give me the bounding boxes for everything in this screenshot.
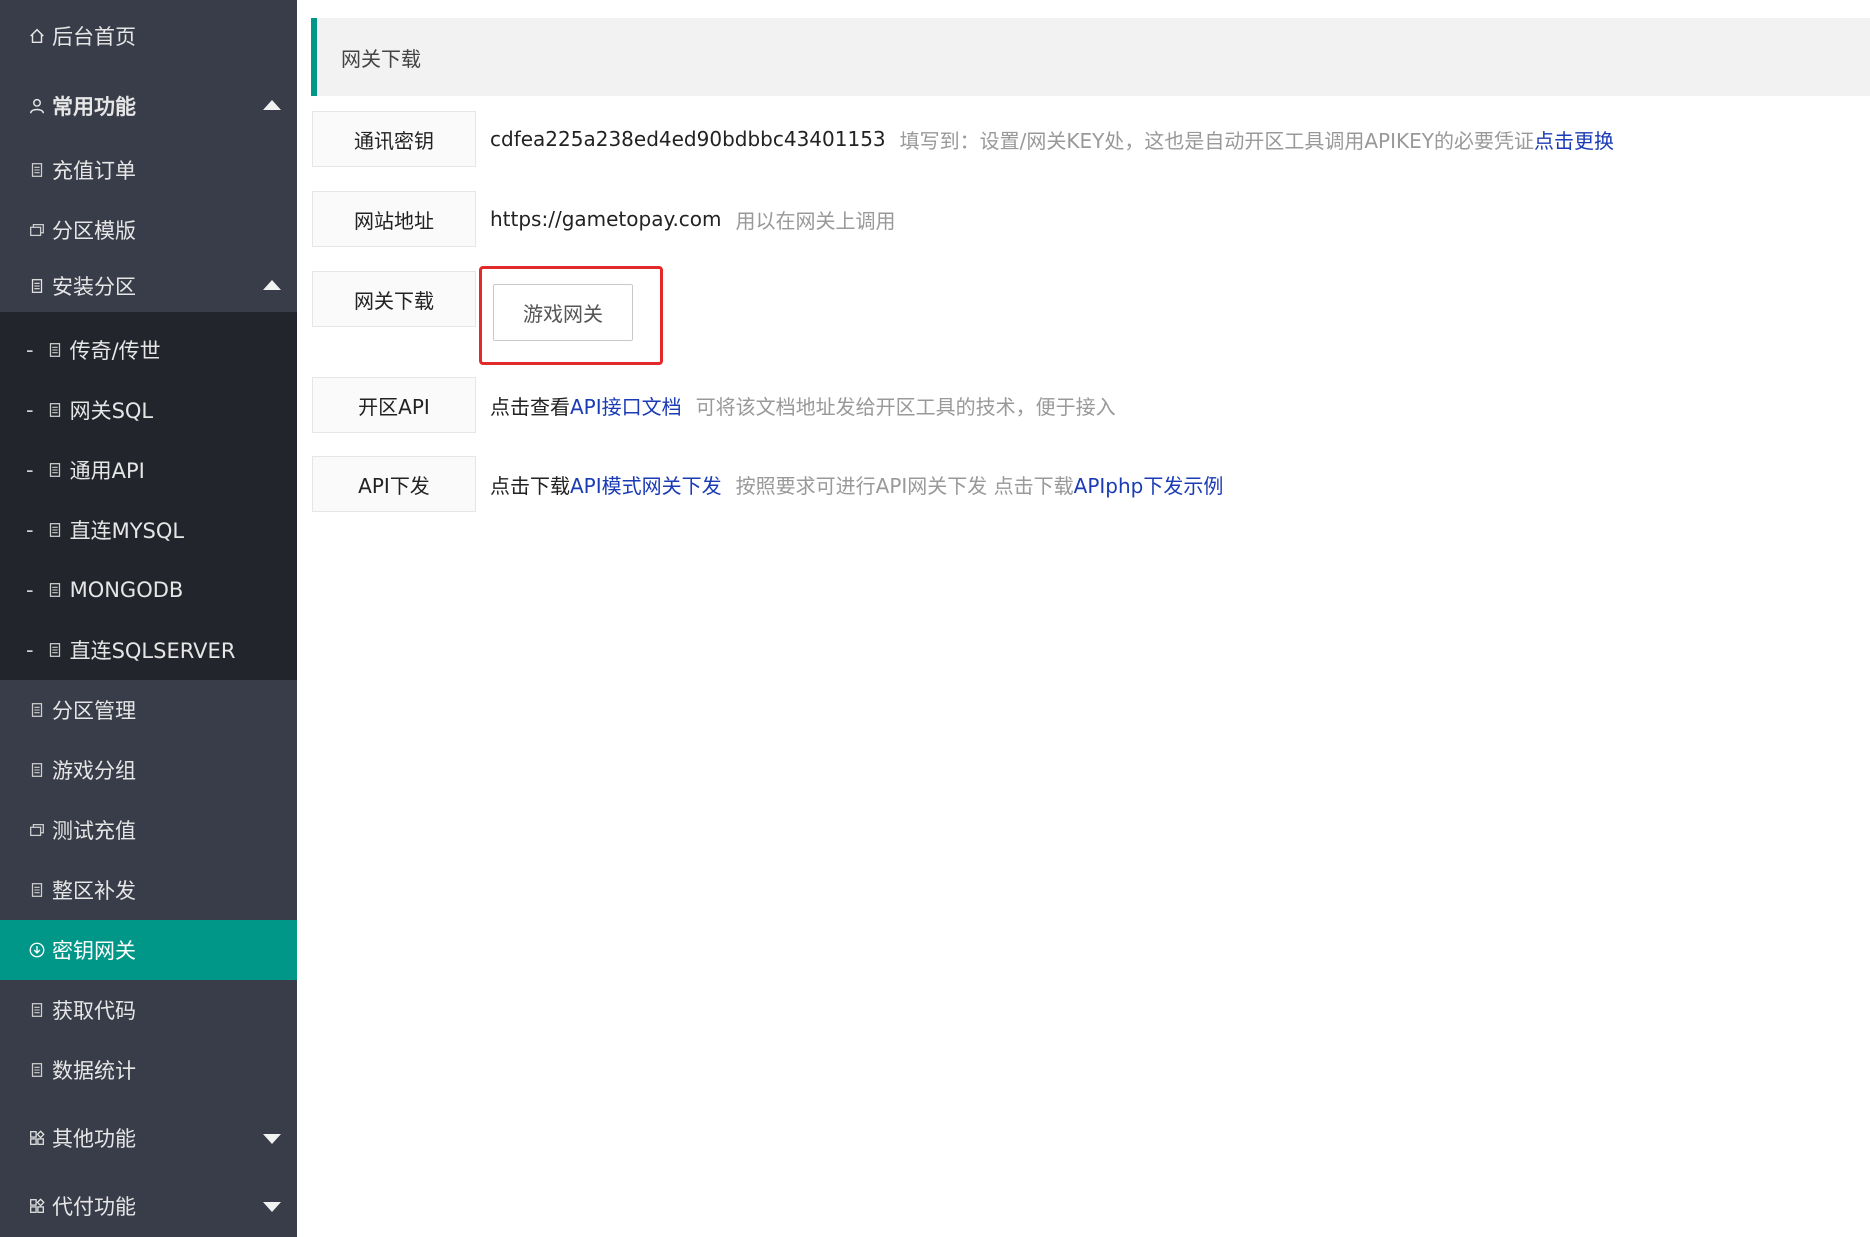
sidebar-group-common[interactable]: 常用功能 (0, 72, 297, 140)
row-api-dispatch: API下发 点击下载 API模式网关下发 按照要求可进行API网关下发 点击下载A… (312, 456, 1223, 512)
sidebar-item-label: 直连MYSQL (69, 519, 185, 543)
sidebar-item-label: 通用API (69, 459, 145, 483)
sidebar-item-gateway-sql[interactable]: - 网关SQL (0, 380, 297, 440)
sidebar-item-label: 直连SQLSERVER (69, 639, 236, 663)
api-prefix: 点击查看 (490, 394, 570, 419)
dispatch-prefix: 点击下载 (490, 473, 570, 498)
sidebar-item-label: 测试充值 (52, 819, 136, 843)
sidebar-item-home[interactable]: 后台首页 (0, 0, 297, 72)
page-title: 网关下载 (311, 18, 1870, 96)
sidebar-group-label: 代付功能 (52, 1195, 136, 1219)
sidebar-item-zone-management[interactable]: 分区管理 (0, 680, 297, 740)
dispatch-note: 按照要求可进行API网关下发 点击下载APIphp下发示例 (735, 473, 1224, 498)
api-gateway-download-link[interactable]: API模式网关下发 (570, 470, 722, 499)
api-php-example-link[interactable]: APIphp下发示例 (1074, 474, 1224, 498)
row-comm-key: 通讯密钥 cdfea225a238ed4ed90bdbbc43401153 填写… (312, 111, 1614, 167)
sidebar-item-mysql[interactable]: - 直连MYSQL (0, 500, 297, 560)
sidebar-item-label: 密钥网关 (52, 939, 136, 963)
row-label: 网站地址 (312, 191, 476, 247)
sidebar-item-zone-template[interactable]: 分区模版 (0, 200, 297, 260)
document-icon (26, 879, 48, 901)
sidebar-group-install[interactable]: 安装分区 (0, 260, 297, 312)
sidebar-item-label: 数据统计 (52, 1059, 136, 1083)
change-key-link[interactable]: 点击更换 (1534, 129, 1614, 153)
document-icon (44, 579, 66, 601)
sidebar-item-sqlserver[interactable]: - 直连SQLSERVER (0, 620, 297, 680)
api-doc-link[interactable]: API接口文档 (570, 391, 682, 420)
sidebar-item-legend[interactable]: - 传奇/传世 (0, 320, 297, 380)
template-icon (26, 819, 48, 841)
row-gateway-download: 网关下载 (312, 271, 476, 327)
comm-key-value: cdfea225a238ed4ed90bdbbc43401153 (490, 127, 886, 151)
document-icon (44, 399, 66, 421)
site-url-note: 用以在网关上调用 (735, 208, 896, 233)
sidebar-group-proxy-pay[interactable]: 代付功能 (0, 1172, 297, 1237)
row-site-url: 网站地址 https://gametopay.com 用以在网关上调用 (312, 191, 896, 247)
row-content: cdfea225a238ed4ed90bdbbc43401153 填写到：设置/… (476, 111, 1614, 167)
sidebar-item-label: 后台首页 (52, 25, 136, 49)
template-icon (26, 219, 48, 241)
home-icon (26, 25, 48, 47)
sidebar-item-recharge-orders[interactable]: 充值订单 (0, 140, 297, 200)
sidebar-item-game-group[interactable]: 游戏分组 (0, 740, 297, 800)
document-icon (26, 1059, 48, 1081)
document-icon (44, 459, 66, 481)
row-label: API下发 (312, 456, 476, 512)
sidebar-group-label: 安装分区 (52, 275, 136, 299)
main-content: 网关下载 通讯密钥 cdfea225a238ed4ed90bdbbc434011… (297, 0, 1870, 1237)
document-icon (26, 275, 48, 297)
page-title-text: 网关下载 (341, 46, 421, 71)
apps-icon (26, 1127, 48, 1149)
document-icon (26, 759, 48, 781)
api-note: 可将该文档地址发给开区工具的技术，便于接入 (695, 394, 1116, 419)
row-content: 点击下载 API模式网关下发 按照要求可进行API网关下发 点击下载APIphp下… (476, 456, 1223, 512)
site-url-value: https://gametopay.com (490, 207, 722, 231)
download-circle-icon (26, 939, 48, 961)
game-gateway-button[interactable]: 游戏网关 (493, 284, 633, 341)
sidebar-item-label: 整区补发 (52, 879, 136, 903)
chevron-down-icon (263, 1134, 281, 1144)
user-icon (26, 95, 48, 117)
document-icon (26, 699, 48, 721)
row-open-api: 开区API 点击查看 API接口文档 可将该文档地址发给开区工具的技术，便于接入 (312, 377, 1116, 433)
sidebar-group-label: 其他功能 (52, 1127, 136, 1151)
sidebar-install-submenu: - 传奇/传世 - 网关SQL - 通用API - 直连MYSQL - MONG… (0, 312, 297, 680)
sidebar-item-get-code[interactable]: 获取代码 (0, 980, 297, 1040)
row-label: 开区API (312, 377, 476, 433)
sidebar-group-label: 常用功能 (52, 95, 136, 119)
sidebar-item-key-gateway[interactable]: 密钥网关 (0, 920, 297, 980)
sidebar-item-statistics[interactable]: 数据统计 (0, 1040, 297, 1100)
sidebar-item-label: MONGODB (69, 578, 184, 602)
chevron-up-icon (263, 100, 281, 110)
row-content: 点击查看 API接口文档 可将该文档地址发给开区工具的技术，便于接入 (476, 377, 1116, 433)
row-label: 网关下载 (312, 271, 476, 327)
sidebar-item-label: 分区管理 (52, 699, 136, 723)
document-icon (44, 639, 66, 661)
document-icon (26, 159, 48, 181)
row-content: https://gametopay.com 用以在网关上调用 (476, 191, 896, 247)
sidebar-item-mongodb[interactable]: - MONGODB (0, 560, 297, 620)
sidebar-item-label: 游戏分组 (52, 759, 136, 783)
chevron-up-icon (263, 280, 281, 290)
apps-icon (26, 1195, 48, 1217)
comm-key-note: 填写到：设置/网关KEY处，这也是自动开区工具调用APIKEY的必要凭证点击更换 (899, 128, 1614, 153)
sidebar-item-general-api[interactable]: - 通用API (0, 440, 297, 500)
sidebar-item-test-recharge[interactable]: 测试充值 (0, 800, 297, 860)
sidebar-item-label: 充值订单 (52, 159, 136, 183)
sidebar-item-label: 网关SQL (69, 399, 154, 423)
document-icon (44, 339, 66, 361)
row-label: 通讯密钥 (312, 111, 476, 167)
document-icon (44, 519, 66, 541)
sidebar-item-label: 获取代码 (52, 999, 136, 1023)
document-icon (26, 999, 48, 1021)
sidebar-item-zone-reissue[interactable]: 整区补发 (0, 860, 297, 920)
sidebar-item-label: 传奇/传世 (69, 339, 161, 363)
sidebar-item-label: 分区模版 (52, 219, 136, 243)
chevron-down-icon (263, 1202, 281, 1212)
sidebar-group-other[interactable]: 其他功能 (0, 1104, 297, 1172)
sidebar: 后台首页 常用功能 充值订单 分区模版 安装分区 - 传奇/传世 - 网关SQL… (0, 0, 297, 1237)
